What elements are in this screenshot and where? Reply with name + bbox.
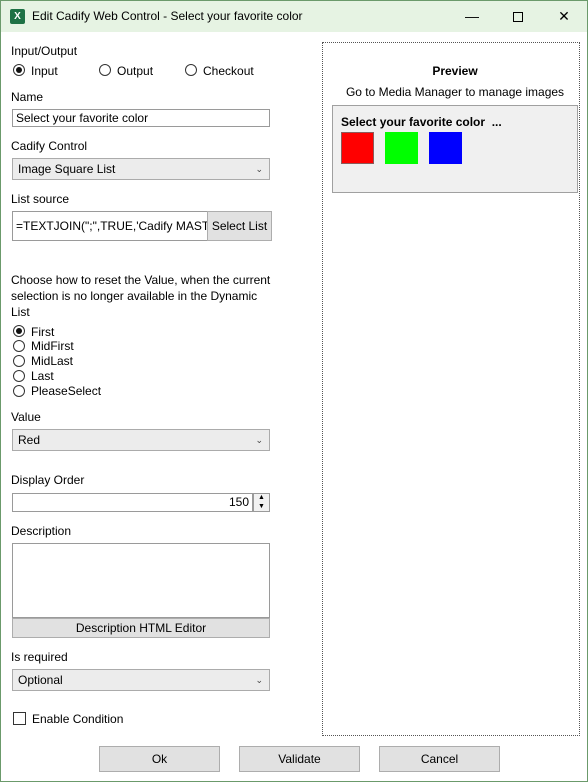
maximize-button[interactable] <box>495 1 541 32</box>
control-label: Cadify Control <box>11 139 88 153</box>
maximize-icon <box>513 12 523 23</box>
chevron-down-icon: ⌄ <box>255 435 263 445</box>
required-select[interactable]: Optional ⌄ <box>12 669 270 691</box>
minimize-button[interactable]: — <box>449 1 495 32</box>
radio-first-label[interactable]: First <box>31 325 54 339</box>
radio-last-label[interactable]: Last <box>31 369 54 383</box>
excel-icon: X <box>10 9 25 24</box>
name-input[interactable]: Select your favorite color <box>12 109 270 127</box>
value-select-value: Red <box>18 433 41 447</box>
display-order-input[interactable]: 150 <box>12 493 253 512</box>
select-list-button[interactable]: Select List <box>207 211 272 241</box>
list-source-label: List source <box>11 192 70 206</box>
required-select-value: Optional <box>18 673 63 687</box>
required-label: Is required <box>11 650 68 664</box>
enable-condition-label[interactable]: Enable Condition <box>32 712 123 726</box>
radio-pleaseselect[interactable] <box>13 385 25 397</box>
preview-heading: Preview <box>432 64 478 78</box>
name-label: Name <box>11 90 44 104</box>
reset-label: Choose how to reset the Value, when the … <box>11 273 271 319</box>
list-source-input[interactable]: =TEXTJOIN(";",TRUE,'Cadify MASTER <box>12 211 208 241</box>
chevron-down-icon: ⌄ <box>255 164 263 174</box>
validate-button[interactable]: Validate <box>239 746 360 772</box>
description-html-editor-button[interactable]: Description HTML Editor <box>12 618 270 638</box>
radio-first[interactable] <box>13 325 25 337</box>
swatch-blue[interactable] <box>429 132 462 164</box>
chevron-down-icon: ⌄ <box>255 675 263 685</box>
enable-condition-checkbox[interactable] <box>13 712 26 725</box>
dialog-window: X Edit Cadify Web Control - Select your … <box>0 0 588 782</box>
description-textarea[interactable] <box>12 543 270 618</box>
stepper-up-icon[interactable]: ▲ <box>254 494 269 502</box>
control-select-value: Image Square List <box>18 162 116 176</box>
radio-checkout-label[interactable]: Checkout <box>203 64 254 78</box>
swatch-green[interactable] <box>385 132 418 164</box>
radio-midlast-label[interactable]: MidLast <box>31 354 73 368</box>
radio-input[interactable] <box>13 64 25 76</box>
ok-button[interactable]: Ok <box>99 746 220 772</box>
control-select[interactable]: Image Square List ⌄ <box>12 158 270 180</box>
swatch-red[interactable] <box>341 132 374 164</box>
radio-output[interactable] <box>99 64 111 76</box>
display-order-stepper[interactable]: ▲ ▼ <box>253 493 270 512</box>
radio-pleaseselect-label[interactable]: PleaseSelect <box>31 384 101 398</box>
radio-midfirst-label[interactable]: MidFirst <box>31 339 74 353</box>
radio-checkout[interactable] <box>185 64 197 76</box>
io-label: Input/Output <box>11 44 78 58</box>
radio-midfirst[interactable] <box>13 340 25 352</box>
radio-input-label[interactable]: Input <box>31 64 58 78</box>
preview-hint: Go to Media Manager to manage images <box>345 85 565 99</box>
window-title: Edit Cadify Web Control - Select your fa… <box>32 9 303 23</box>
title-bar[interactable]: X Edit Cadify Web Control - Select your … <box>1 1 587 32</box>
value-select[interactable]: Red ⌄ <box>12 429 270 451</box>
display-order-label: Display Order <box>11 473 85 487</box>
preview-control-title: Select your favorite color ... <box>341 115 502 129</box>
value-label: Value <box>11 410 41 424</box>
description-label: Description <box>11 524 72 538</box>
close-button[interactable]: ✕ <box>541 1 587 32</box>
radio-last[interactable] <box>13 370 25 382</box>
radio-output-label[interactable]: Output <box>117 64 153 78</box>
cancel-button[interactable]: Cancel <box>379 746 500 772</box>
stepper-down-icon[interactable]: ▼ <box>254 503 269 511</box>
radio-midlast[interactable] <box>13 355 25 367</box>
